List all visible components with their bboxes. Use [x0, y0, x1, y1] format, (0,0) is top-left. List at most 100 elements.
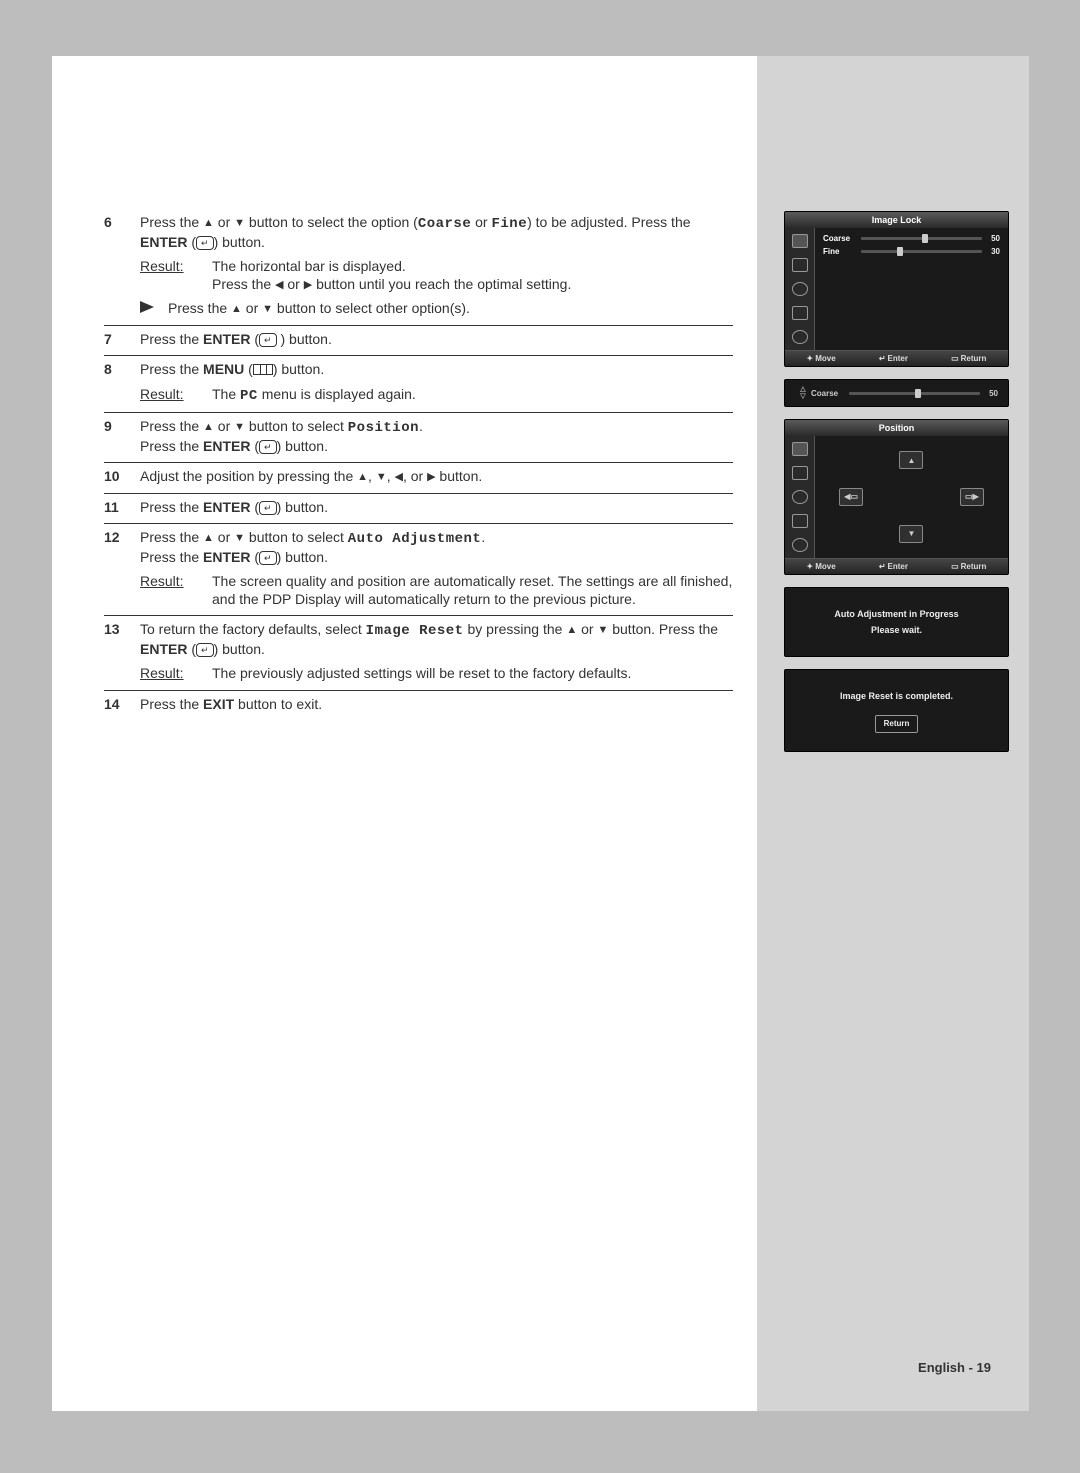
step-number: 14 — [104, 696, 140, 714]
step-body: Press the ▲ or ▼ button to select Auto A… — [140, 529, 733, 608]
row-value: 50 — [982, 234, 1000, 243]
return-button: Return — [875, 715, 919, 733]
osd-icon-strip — [785, 228, 815, 350]
updown-icon: △▽ — [795, 386, 811, 400]
footer-enter: ↵ Enter — [879, 354, 908, 363]
enter-icon: ↵ — [259, 551, 277, 565]
down-icon: ▼ — [597, 624, 608, 638]
page: 6 Press the ▲ or ▼ button to select the … — [52, 56, 1029, 1411]
step-14: 14 Press the EXIT button to exit. — [104, 691, 733, 721]
result-text: The horizontal bar is displayed. Press t… — [212, 258, 733, 293]
pc-icon — [792, 306, 808, 320]
osd-footer: ✦ Move ↵ Enter ▭ Return — [785, 350, 1008, 366]
return-icon: ▭ — [951, 354, 959, 363]
right-icon: ▶ — [427, 471, 435, 485]
result-label: Result: — [140, 665, 212, 683]
menu-icon — [253, 364, 273, 375]
footer-move: ✦ Move — [807, 354, 836, 363]
down-icon: ▼ — [262, 303, 273, 317]
enter-icon: ↵ — [879, 562, 886, 571]
step-number: 6 — [104, 214, 140, 318]
step-number: 7 — [104, 331, 140, 349]
right-icon: ▶ — [304, 279, 312, 293]
result-row: Result: The horizontal bar is displayed.… — [140, 258, 733, 293]
step-number: 13 — [104, 621, 140, 683]
step-8: 8 Press the MENU () button. Result: The … — [104, 356, 733, 413]
enter-icon: ↵ — [259, 440, 277, 454]
slider-bar — [861, 237, 982, 240]
footer-return: ▭ Return — [951, 354, 986, 363]
input-icon — [792, 466, 808, 480]
result-text: The screen quality and position are auto… — [212, 573, 733, 608]
osd-row-fine: Fine 30 — [823, 245, 1000, 258]
move-icon: ✦ — [807, 354, 814, 363]
down-icon: ▼ — [234, 217, 245, 231]
step-13: 13 To return the factory defaults, selec… — [104, 616, 733, 691]
tip-text: Press the ▲ or ▼ button to select other … — [168, 300, 733, 318]
step-text: Press the ▲ or ▼ button to select the op… — [140, 214, 733, 251]
step-10: 10 Adjust the position by pressing the ▲… — [104, 463, 733, 494]
step-12: 12 Press the ▲ or ▼ button to select Aut… — [104, 524, 733, 616]
step-body: Press the ▲ or ▼ button to select the op… — [140, 214, 733, 318]
picture-icon — [792, 234, 808, 248]
page-footer: English - 19 — [918, 1360, 991, 1375]
step-text: Press the MENU () button. — [140, 361, 733, 379]
arrow-right-button: ▭▶ — [960, 488, 984, 506]
enter-icon: ↵ — [259, 333, 277, 347]
left-icon: ◀ — [275, 279, 283, 293]
left-icon: ◀ — [394, 471, 402, 485]
enter-icon: ↵ — [196, 236, 214, 250]
arrow-up-button: ▲ — [899, 451, 923, 469]
slider-bar — [861, 250, 982, 253]
osd-column: Image Lock Coarse 50 Fine — [784, 211, 1009, 764]
row-label: Fine — [823, 247, 861, 256]
row-label: Coarse — [823, 234, 861, 243]
step-7: 7 Press the ENTER (↵ ) button. — [104, 326, 733, 357]
step-text: To return the factory defaults, select I… — [140, 621, 733, 658]
arrow-left-button: ◀▭ — [839, 488, 863, 506]
result-text: The previously adjusted settings will be… — [212, 665, 733, 683]
step-body: Adjust the position by pressing the ▲, ▼… — [140, 468, 733, 486]
tip-row: Press the ▲ or ▼ button to select other … — [140, 300, 733, 318]
slider-value: 50 — [980, 389, 998, 398]
step-body: Press the MENU () button. Result: The PC… — [140, 361, 733, 405]
step-body: Press the ▲ or ▼ button to select Positi… — [140, 418, 733, 455]
result-text: The PC menu is displayed again. — [212, 386, 733, 406]
pointer-icon — [140, 301, 158, 313]
step-number: 9 — [104, 418, 140, 455]
step-11: 11 Press the ENTER (↵) button. — [104, 494, 733, 525]
footer-move: ✦ Move — [807, 562, 836, 571]
msg-line-1: Image Reset is completed. — [795, 688, 998, 704]
row-value: 30 — [982, 247, 1000, 256]
step-number: 10 — [104, 468, 140, 486]
setup-icon — [792, 538, 808, 552]
move-icon: ✦ — [807, 562, 814, 571]
osd-image-lock: Image Lock Coarse 50 Fine — [784, 211, 1009, 367]
osd-position: Position ▲ ◀▭ ▭▶ ▼ — [784, 419, 1009, 575]
slider-bar — [849, 392, 980, 395]
osd-coarse-slider: △▽ Coarse 50 — [784, 379, 1009, 407]
setup-icon — [792, 330, 808, 344]
step-number: 8 — [104, 361, 140, 405]
osd-footer: ✦ Move ↵ Enter ▭ Return — [785, 558, 1008, 574]
channel-icon — [792, 282, 808, 296]
osd-icon-strip — [785, 436, 815, 558]
channel-icon — [792, 490, 808, 504]
step-number: 11 — [104, 499, 140, 517]
msg-line-2: Please wait. — [795, 622, 998, 638]
result-label: Result: — [140, 386, 212, 406]
up-icon: ▲ — [357, 471, 368, 485]
return-icon: ▭ — [951, 562, 959, 571]
position-pad: ▲ ◀▭ ▭▶ ▼ — [815, 436, 1008, 558]
result-row: Result: The screen quality and position … — [140, 573, 733, 608]
up-icon: ▲ — [203, 421, 214, 435]
slider-thumb — [897, 247, 903, 256]
enter-icon: ↵ — [879, 354, 886, 363]
osd-title: Position — [785, 420, 1008, 436]
up-icon: ▲ — [203, 532, 214, 546]
pc-icon — [792, 514, 808, 528]
osd-main: Coarse 50 Fine 30 — [815, 228, 1008, 350]
step-9: 9 Press the ▲ or ▼ button to select Posi… — [104, 413, 733, 463]
picture-icon — [792, 442, 808, 456]
input-icon — [792, 258, 808, 272]
